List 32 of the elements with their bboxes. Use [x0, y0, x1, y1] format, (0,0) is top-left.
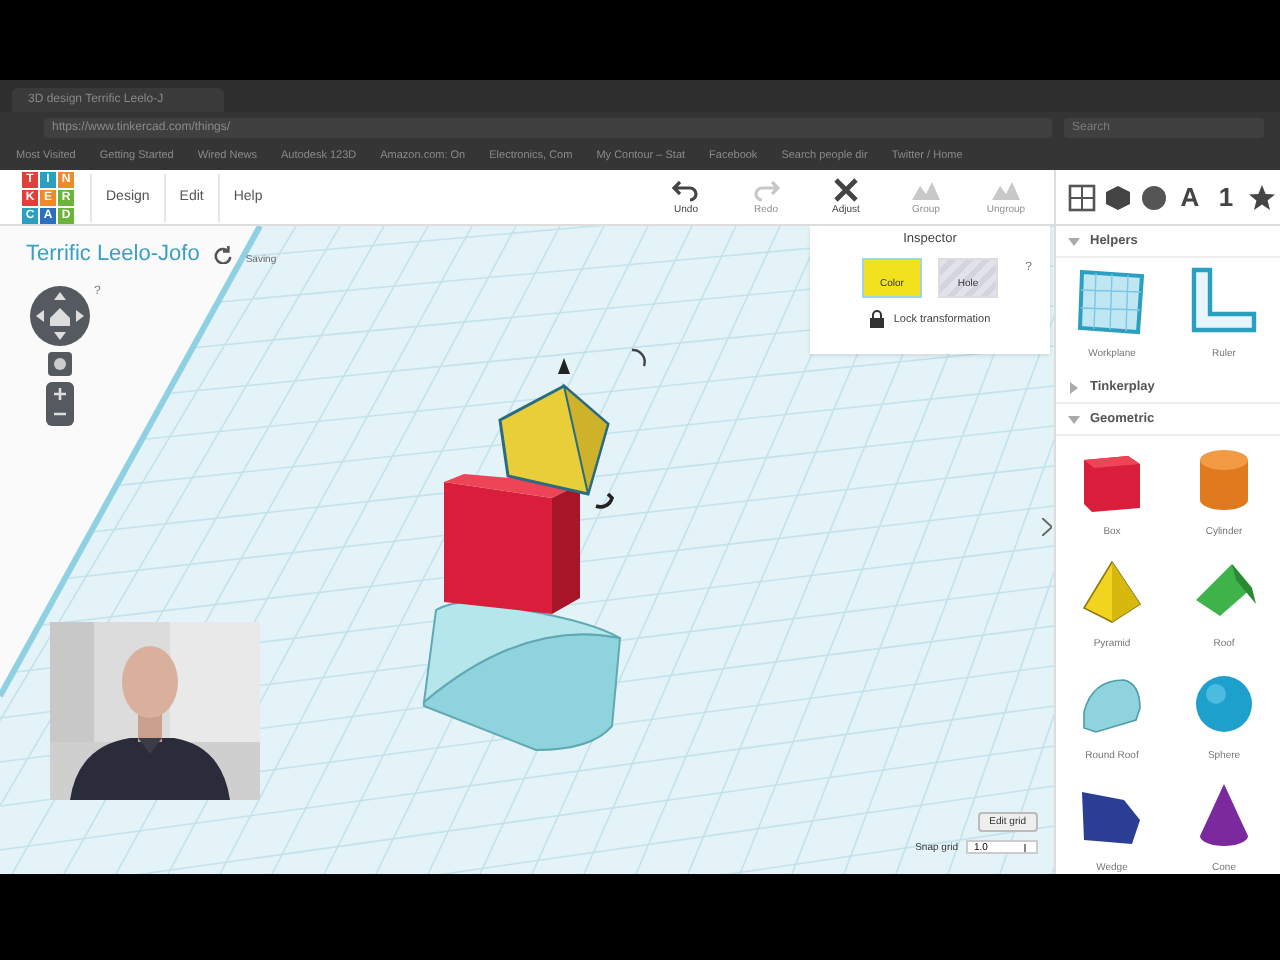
cube-icon — [1104, 183, 1132, 211]
view-navigation-control[interactable] — [30, 286, 90, 346]
rotate-handle-icon[interactable] — [631, 348, 646, 367]
library-tab[interactable] — [1248, 181, 1276, 213]
lock-icon[interactable] — [869, 310, 884, 328]
cube-model[interactable] — [444, 474, 580, 614]
star-icon — [1248, 183, 1276, 211]
roof-model[interactable] — [498, 383, 610, 496]
grid-icon — [1068, 183, 1096, 211]
curved-arrow-icon — [752, 178, 780, 202]
mountains-icon — [912, 178, 940, 202]
ball-icon — [1140, 183, 1168, 211]
library-tab[interactable]: A — [1176, 181, 1204, 213]
library-tab[interactable] — [1140, 181, 1168, 213]
disclosure-triangle-icon — [1068, 381, 1080, 393]
library-tab[interactable] — [1068, 181, 1096, 213]
refresh-icon[interactable] — [213, 245, 232, 263]
cone-handle-icon[interactable] — [558, 358, 570, 374]
cube-view-button[interactable] — [48, 352, 72, 376]
zoom-control[interactable] — [46, 382, 74, 426]
disclosure-triangle-icon — [1068, 235, 1080, 247]
rotate-handle-icon[interactable] — [595, 492, 614, 509]
disclosure-triangle-icon — [1068, 413, 1080, 425]
curved-arrow-icon — [672, 178, 700, 202]
half-cylinder-model[interactable] — [423, 601, 621, 751]
library-tab[interactable]: 1 — [1212, 181, 1240, 213]
workplane-icon — [1076, 266, 1148, 338]
ruler-icon — [1188, 266, 1260, 338]
mountains-icon — [992, 178, 1020, 202]
design-title[interactable]: Terrific Leelo-Jofo — [26, 242, 200, 266]
chevron-icon[interactable] — [1042, 518, 1052, 536]
library-tab[interactable] — [1104, 181, 1132, 213]
